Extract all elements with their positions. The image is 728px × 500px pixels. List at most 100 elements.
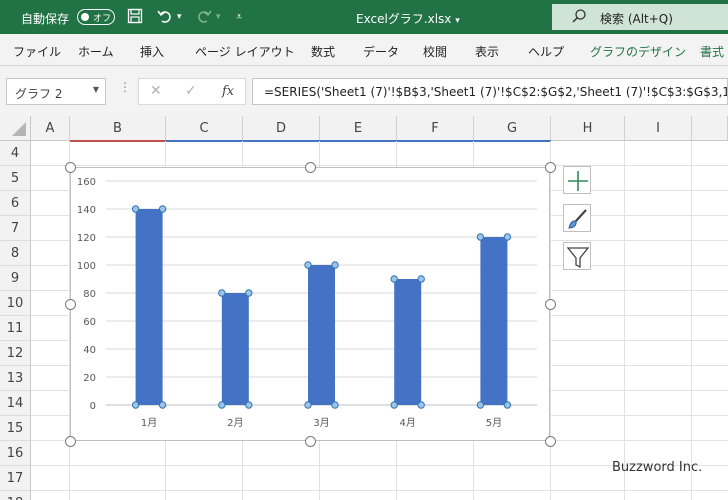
gridline [624,141,625,500]
select-all-corner[interactable] [0,116,31,141]
resize-handle-right[interactable] [545,299,556,310]
tab-format[interactable]: 書式 [700,43,724,60]
resize-handle-bottom-right[interactable] [545,436,556,447]
resize-handle-top[interactable] [305,162,316,173]
select-all-icon [12,122,26,136]
file-name-text: Excelグラフ.xlsx [356,12,452,26]
resize-handle-left[interactable] [65,299,76,310]
formula-bar-splitter-icon[interactable]: ⋮ [119,80,131,94]
row-header-12[interactable]: 12 [0,341,31,366]
column-header-i[interactable]: I [625,116,692,141]
tab-view[interactable]: 表示 [475,43,499,60]
chart-filters-button[interactable] [563,242,591,270]
formula-input[interactable]: =SERIES('Sheet1 (7)'!$B$3,'Sheet1 (7)'!$… [252,78,728,105]
tab-review[interactable]: 校閲 [423,43,447,60]
tab-data[interactable]: データ [363,43,399,60]
chart-elements-plus-icon [568,171,588,191]
row-header-16[interactable]: 16 [0,441,31,466]
enter-icon[interactable]: ✓ [185,83,197,99]
tab-chart-design[interactable]: グラフのデザイン [590,43,686,60]
name-box-dropdown-icon[interactable]: ▼ [93,85,99,94]
customize-icon[interactable]: ⩡ [236,10,242,24]
data-point-handle [390,275,398,283]
y-tick-label: 120 [77,233,96,244]
data-point-handle [476,233,485,241]
chart-plot[interactable]: 0 20 40 60 80 100 120 140 160 1月 2月 3月 4月 5月 [71,168,551,442]
file-name[interactable]: Excelグラフ.xlsx ▾ [356,10,460,27]
data-point-handle [245,289,253,297]
resize-handle-bottom-left[interactable] [65,436,76,447]
column-header-c[interactable]: C [166,116,243,141]
autosave-label: 自動保存 [21,12,70,26]
chart-styles-brush-icon [568,209,587,229]
cancel-icon[interactable]: ✕ [150,83,162,99]
row-header-13[interactable]: 13 [0,366,31,391]
row-header-8[interactable]: 8 [0,241,31,266]
watermark: Buzzword Inc. [612,460,703,475]
tab-insert[interactable]: 挿入 [140,43,164,60]
y-tick-label: 20 [83,373,96,384]
bar [221,293,249,405]
row-header-10[interactable]: 10 [0,291,31,316]
data-point-handle [331,401,339,409]
row-header-17[interactable]: 17 [0,466,31,491]
tab-home[interactable]: ホーム [78,43,114,60]
data-point-handle [304,261,312,269]
search-label: 検索 (Alt+Q) [600,12,673,26]
column-header-f[interactable]: F [397,116,474,141]
undo-dropdown-icon[interactable]: ▾ [177,12,182,22]
y-tick-label: 40 [83,345,96,356]
row-header-6[interactable]: 6 [0,191,31,216]
resize-handle-top-right[interactable] [545,162,556,173]
redo-icon[interactable] [196,8,212,28]
formula-bar: グラフ 2 ▼ ⋮ ✕ ✓ fx =SERIES('Sheet1 (7)'!$B… [0,66,728,116]
tab-file[interactable]: ファイル [13,43,61,60]
column-header-h[interactable]: H [551,116,625,141]
name-box[interactable]: グラフ 2 ▼ [6,78,106,105]
chart-elements-button[interactable] [563,166,591,194]
formula-text: =SERIES('Sheet1 (7)'!$B$3,'Sheet1 (7)'!$… [264,85,728,99]
row-header-14[interactable]: 14 [0,391,31,416]
column-header-g[interactable]: G [474,116,551,141]
tab-help[interactable]: ヘルプ [528,43,564,60]
row-header-11[interactable]: 11 [0,316,31,341]
y-tick-label: 60 [83,317,96,328]
resize-handle-bottom[interactable] [305,436,316,447]
row-header-15[interactable]: 15 [0,416,31,441]
bar [394,279,422,405]
row-header-7[interactable]: 7 [0,216,31,241]
insert-function-icon[interactable]: fx [222,84,234,99]
search-box[interactable]: 検索 (Alt+Q) [552,4,728,30]
data-point-handle [503,401,512,409]
column-header-e[interactable]: E [320,116,397,141]
tab-page-layout[interactable]: ページ レイアウト [195,43,295,60]
row-header-18[interactable]: 18 [0,491,31,500]
data-point-handle [417,401,425,409]
data-point-handle [476,401,485,409]
y-tick-label: 100 [77,261,96,272]
column-header-j[interactable] [692,116,728,141]
save-icon[interactable] [127,8,143,28]
y-tick-label: 160 [77,177,96,188]
row-header-5[interactable]: 5 [0,166,31,191]
row-header-9[interactable]: 9 [0,266,31,291]
resize-handle-top-left[interactable] [65,162,76,173]
row-header-4[interactable]: 4 [0,141,31,166]
undo-icon[interactable] [157,8,173,28]
search-icon [572,9,586,27]
chart-object[interactable]: 0 20 40 60 80 100 120 140 160 1月 2月 3月 4月 5月 [70,167,550,441]
ribbon-tabs: ファイル ホーム 挿入 ページ レイアウト 数式 データ 校閲 表示 ヘルプ グ… [0,34,728,66]
autosave-toggle[interactable]: オフ [77,9,115,25]
gridline [31,490,728,491]
column-header-d[interactable]: D [243,116,320,141]
name-box-value: グラフ 2 [15,87,63,101]
redo-dropdown-icon[interactable]: ▾ [216,12,221,22]
column-header-b[interactable]: B [70,116,166,141]
y-tick-label: 80 [83,289,96,300]
column-header-a[interactable]: A [31,116,70,141]
chart-styles-button[interactable] [563,204,591,232]
tab-formulas[interactable]: 数式 [311,43,335,60]
x-tick-label: 1月 [141,417,157,429]
series-values-range-highlight [166,140,551,142]
y-tick-label: 140 [77,205,96,216]
